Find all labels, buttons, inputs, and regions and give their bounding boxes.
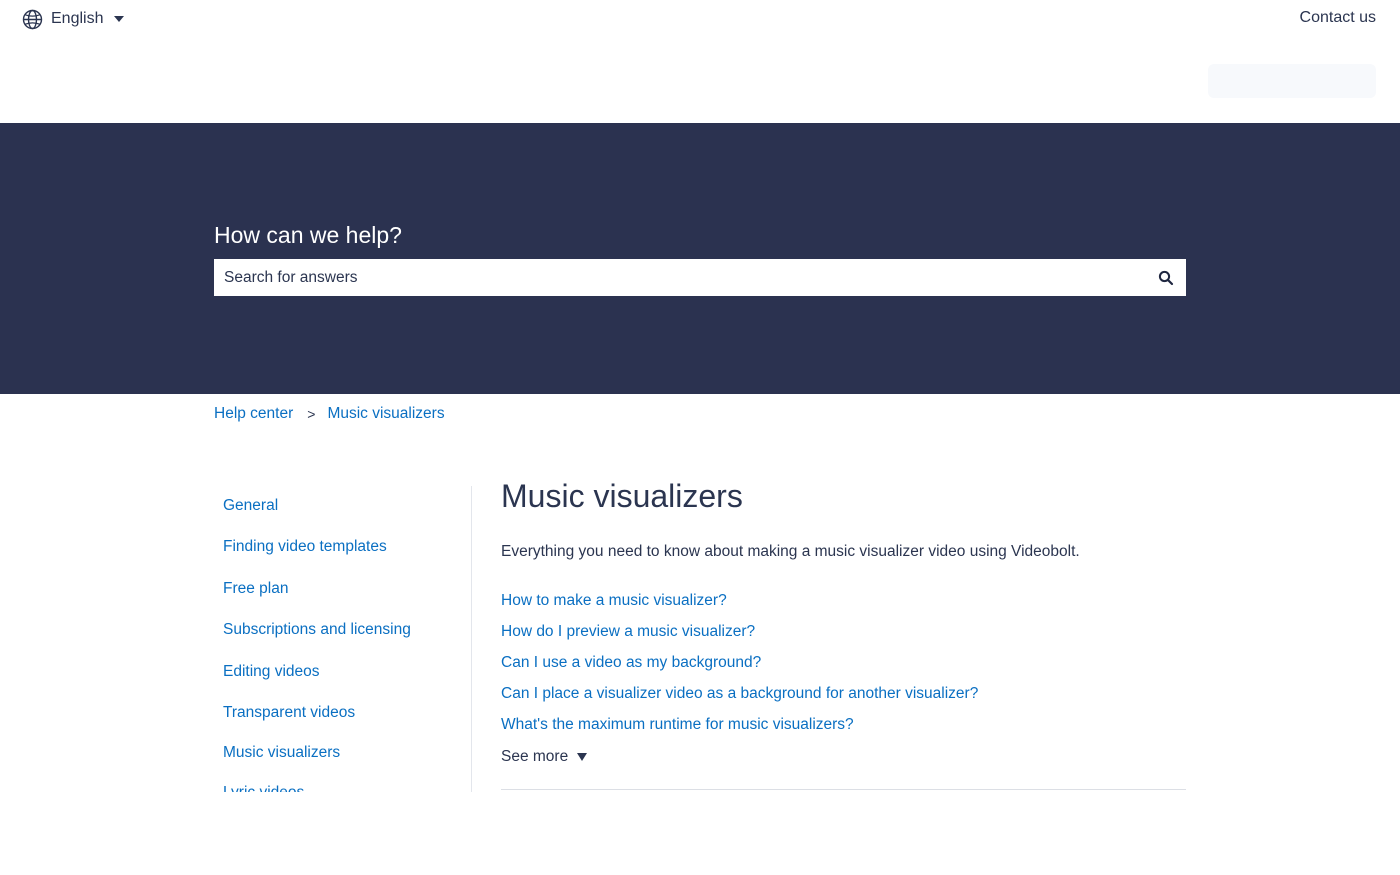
divider (501, 789, 1186, 790)
breadcrumb-help-center[interactable]: Help center (214, 405, 293, 423)
sidebar-item-transparent-videos[interactable]: Transparent videos (223, 704, 355, 722)
sidebar-item-subscriptions-and-licensing[interactable]: Subscriptions and licensing (223, 621, 411, 639)
search-box (214, 259, 1186, 296)
page-title: Music visualizers (501, 478, 743, 514)
top-bar: English Contact us (0, 0, 1400, 123)
sidebar-item-lyric-videos[interactable]: Lyric videos (223, 784, 304, 792)
breadcrumb: Help center > Music visualizers (214, 405, 445, 423)
sidebar-item-finding-video-templates[interactable]: Finding video templates (223, 538, 387, 556)
article-link[interactable]: How to make a music visualizer? (501, 592, 727, 610)
see-more-button[interactable]: See more (501, 748, 588, 766)
sidebar-item-editing-videos[interactable]: Editing videos (223, 663, 320, 681)
article-link[interactable]: What's the maximum runtime for music vis… (501, 716, 854, 734)
sign-in-button[interactable] (1208, 64, 1376, 98)
triangle-down-icon (577, 753, 588, 761)
see-more-label: See more (501, 748, 569, 765)
chevron-down-icon (114, 16, 125, 22)
sidebar-item-free-plan[interactable]: Free plan (223, 580, 288, 598)
hero-title: How can we help? (214, 222, 402, 248)
breadcrumb-separator: > (307, 406, 316, 422)
globe-icon (22, 9, 43, 30)
category-sidebar: General Finding video templates Free pla… (214, 486, 472, 792)
sidebar-item-music-visualizers[interactable]: Music visualizers (223, 744, 340, 762)
language-label: English (51, 10, 104, 27)
article-link[interactable]: Can I use a video as my background? (501, 654, 761, 672)
contact-us-link[interactable]: Contact us (1300, 9, 1376, 27)
category-description: Everything you need to know about making… (501, 543, 1080, 560)
search-input[interactable] (214, 259, 1146, 296)
search-icon[interactable] (1146, 259, 1186, 296)
hero-banner: How can we help? (0, 123, 1400, 394)
article-link[interactable]: How do I preview a music visualizer? (501, 623, 755, 641)
article-link[interactable]: Can I place a visualizer video as a back… (501, 685, 978, 703)
breadcrumb-music-visualizers[interactable]: Music visualizers (327, 405, 444, 423)
language-selector[interactable]: English (22, 8, 125, 30)
sidebar-item-general[interactable]: General (223, 497, 278, 515)
